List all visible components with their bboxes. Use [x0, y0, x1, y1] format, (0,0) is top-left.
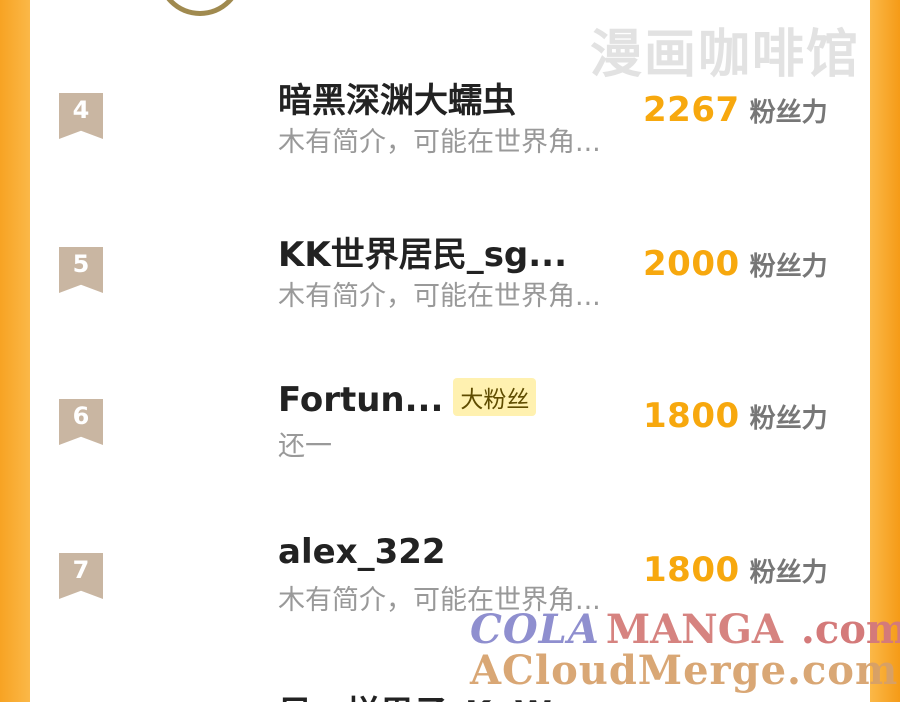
user-name-with-badge[interactable]: Fortun... 大粉丝: [278, 378, 537, 420]
list-item[interactable]: 5 KK世界居民_sg... 木有简介，可能在世界角... 2000 粉丝力: [30, 224, 870, 344]
list-item[interactable]: 4 暗黑深渊大蠕虫 木有简介，可能在世界角... 2267 粉丝力: [30, 70, 870, 190]
fan-score-unit: 粉丝力: [749, 98, 828, 128]
user-intro: 还一: [278, 431, 332, 462]
watermark-bottom: COLA MANGA .com ACloudMerge.com: [470, 609, 900, 694]
list-item[interactable]: 6 Fortun... 大粉丝 还一 1800 粉丝力: [30, 378, 870, 498]
fan-score-value: 1800: [643, 550, 740, 590]
watermark-com: .com: [800, 606, 900, 653]
big-fan-badge: 大粉丝: [453, 378, 537, 416]
watermark-cola: COLA: [470, 606, 600, 653]
fan-score: 1800 粉丝力: [643, 550, 828, 590]
fan-score-unit: 粉丝力: [749, 558, 828, 588]
rank-badge: 6: [59, 399, 103, 445]
fan-score-unit: 粉丝力: [749, 404, 828, 434]
rank-badge: 5: [59, 247, 103, 293]
fan-score-value: 2267: [643, 90, 740, 130]
user-name[interactable]: KK世界居民_sg...: [278, 227, 567, 276]
watermark-manga: MANGA: [605, 606, 783, 653]
watermark-line-1: COLA MANGA .com: [470, 609, 900, 651]
user-name[interactable]: Fortun...: [278, 380, 443, 420]
rank-badge: 7: [59, 553, 103, 599]
user-name[interactable]: 暗黑深渊大蠕虫: [278, 73, 516, 122]
fan-score-unit: 粉丝力: [749, 252, 828, 282]
ranking-panel: 漫画咖啡馆 4 暗黑深渊大蠕虫 木有简介，可能在世界角... 2267 粉丝力 …: [30, 0, 870, 702]
fan-score-value: 2000: [643, 244, 740, 284]
user-name[interactable]: alex_322: [278, 532, 446, 572]
fan-score: 1800 粉丝力: [643, 396, 828, 436]
fan-score-value: 1800: [643, 396, 740, 436]
rank-badge: 4: [59, 93, 103, 139]
fan-score: 2000 粉丝力: [643, 244, 828, 284]
user-intro: 木有简介，可能在世界角...: [278, 127, 601, 158]
watermark-line-2: ACloudMerge.com: [470, 646, 899, 694]
fan-score: 2267 粉丝力: [643, 90, 828, 130]
user-intro: 木有简介，可能在世界角...: [278, 281, 601, 312]
avatar: [157, 0, 243, 16]
